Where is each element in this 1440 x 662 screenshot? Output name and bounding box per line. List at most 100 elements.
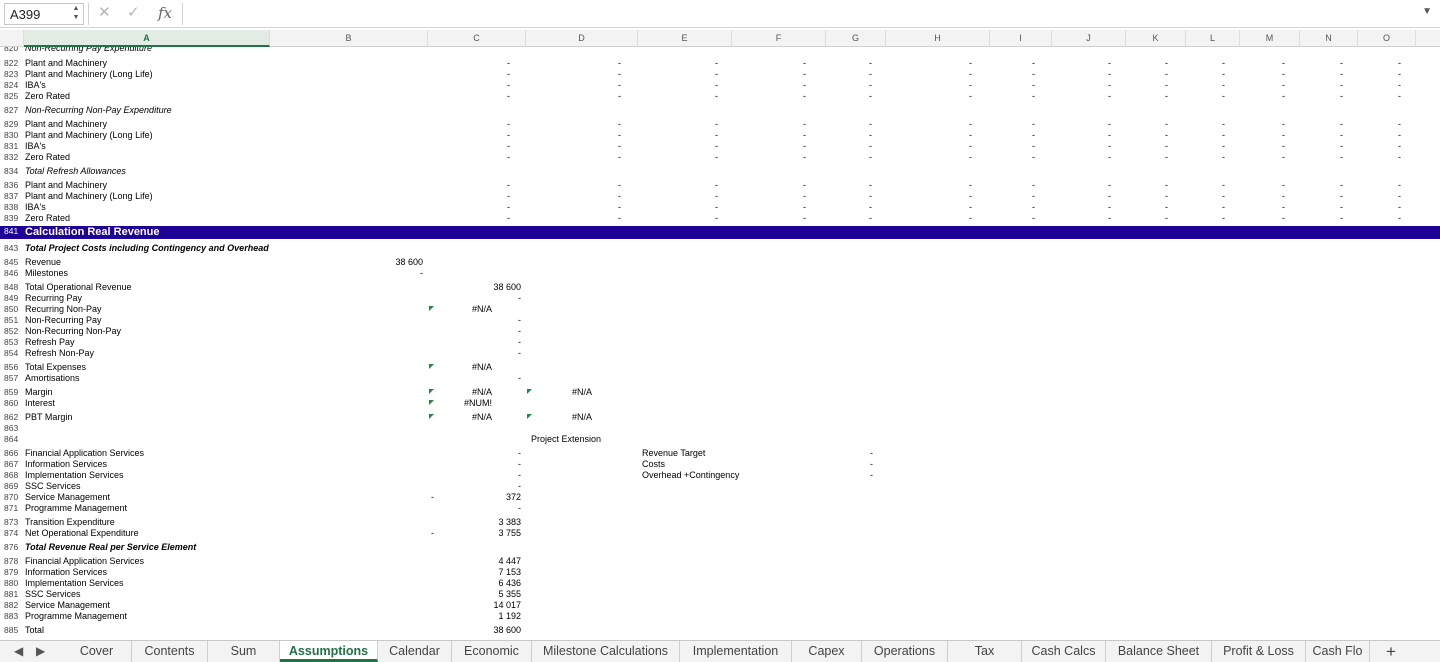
value-cell[interactable]: - — [1340, 152, 1343, 163]
value-cell[interactable]: - — [1165, 152, 1168, 163]
value-cell[interactable]: - — [618, 80, 621, 91]
value-cell-c[interactable]: - — [518, 315, 521, 326]
row-number[interactable]: 830 — [4, 130, 24, 141]
tab-balance-sheet[interactable]: Balance Sheet — [1106, 641, 1212, 662]
value-cell[interactable]: - — [1165, 119, 1168, 130]
value-cell[interactable]: - — [803, 180, 806, 191]
value-cell[interactable]: - — [969, 91, 972, 102]
value-cell[interactable]: - — [1340, 213, 1343, 224]
value-cell[interactable]: - — [1398, 80, 1401, 91]
tab-tax[interactable]: Tax — [948, 641, 1022, 662]
value-cell[interactable]: - — [803, 141, 806, 152]
row-number[interactable]: 822 — [4, 58, 24, 69]
value-cell[interactable]: - — [1108, 91, 1111, 102]
tab-sum[interactable]: Sum — [208, 641, 280, 662]
row-label[interactable]: Total Operational Revenue — [25, 282, 132, 293]
value-cell-c[interactable]: 38 600 — [493, 625, 521, 636]
insert-function-icon[interactable]: fx — [158, 4, 172, 22]
value-cell[interactable]: - — [1108, 180, 1111, 191]
value-cell-c[interactable]: 38 600 — [493, 282, 521, 293]
value-cell[interactable]: - — [1108, 191, 1111, 202]
formula-input[interactable] — [182, 3, 1422, 25]
value-cell-c[interactable]: 3 755 — [498, 528, 521, 539]
column-header-a[interactable]: A — [24, 30, 270, 47]
tab-cash-flo[interactable]: Cash Flo — [1306, 641, 1370, 662]
row-number[interactable]: 852 — [4, 326, 24, 337]
row-label[interactable]: Revenue — [25, 257, 61, 268]
value-cell[interactable]: - — [1282, 91, 1285, 102]
value-cell-c[interactable]: 6 436 — [498, 578, 521, 589]
value-cell[interactable]: - — [1398, 69, 1401, 80]
value-cell[interactable]: - — [1340, 130, 1343, 141]
row-number[interactable]: 823 — [4, 69, 24, 80]
cancel-icon[interactable]: ✕ — [98, 4, 111, 22]
value-cell-c[interactable]: 5 355 — [498, 589, 521, 600]
value-cell[interactable]: - — [1222, 58, 1225, 69]
row-number[interactable]: 871 — [4, 503, 24, 514]
value-cell[interactable]: - — [715, 69, 718, 80]
row-number[interactable]: 864 — [4, 434, 24, 445]
tab-implementation[interactable]: Implementation — [680, 641, 792, 662]
row-label[interactable]: Total Revenue Real per Service Element — [25, 542, 196, 553]
row-number[interactable]: 880 — [4, 578, 24, 589]
select-all-corner[interactable] — [0, 30, 24, 47]
value-cell[interactable]: - — [1165, 213, 1168, 224]
scroll-tabs-left-icon[interactable]: ◀ — [14, 644, 23, 658]
value-cell[interactable]: - — [969, 80, 972, 91]
value-cell[interactable]: - — [618, 191, 621, 202]
row-label[interactable]: Interest — [25, 398, 55, 409]
text-cell-e[interactable]: Revenue Target — [642, 448, 705, 459]
value-cell-c[interactable]: 4 447 — [498, 556, 521, 567]
column-header-e[interactable]: E — [638, 30, 732, 47]
row-number[interactable]: 843 — [4, 243, 24, 254]
row-number[interactable]: 825 — [4, 91, 24, 102]
value-cell[interactable]: - — [1108, 213, 1111, 224]
value-cell[interactable]: - — [803, 91, 806, 102]
value-cell[interactable]: - — [1165, 202, 1168, 213]
row-number[interactable]: 873 — [4, 517, 24, 528]
tab-assumptions[interactable]: Assumptions — [280, 641, 378, 662]
value-cell[interactable]: - — [969, 69, 972, 80]
add-sheet-button[interactable]: + — [1380, 641, 1402, 662]
value-cell[interactable]: - — [1282, 152, 1285, 163]
row-number[interactable]: 881 — [4, 589, 24, 600]
row-number[interactable]: 853 — [4, 337, 24, 348]
value-cell[interactable]: - — [1340, 180, 1343, 191]
row-label[interactable]: IBA's — [25, 141, 46, 152]
value-cell[interactable]: - — [869, 69, 872, 80]
value-cell[interactable]: - — [715, 58, 718, 69]
row-label[interactable]: SSC Services — [25, 589, 81, 600]
value-cell[interactable]: - — [1398, 58, 1401, 69]
row-number[interactable]: 874 — [4, 528, 24, 539]
value-cell[interactable]: - — [1340, 69, 1343, 80]
row-label[interactable]: Zero Rated — [25, 213, 70, 224]
text-cell-e[interactable]: Overhead +Contingency — [642, 470, 739, 481]
value-cell[interactable]: - — [1032, 180, 1035, 191]
value-cell-c[interactable]: - — [518, 459, 521, 470]
value-cell[interactable]: - — [1165, 191, 1168, 202]
value-cell[interactable]: - — [1340, 141, 1343, 152]
row-label[interactable]: IBA's — [25, 80, 46, 91]
value-cell[interactable]: - — [1165, 58, 1168, 69]
value-cell[interactable]: - — [803, 58, 806, 69]
row-number[interactable]: 849 — [4, 293, 24, 304]
row-number[interactable]: 827 — [4, 105, 24, 116]
value-cell[interactable]: - — [803, 202, 806, 213]
row-number[interactable]: 859 — [4, 387, 24, 398]
value-cell-c[interactable]: - — [518, 326, 521, 337]
value-cell[interactable]: - — [618, 202, 621, 213]
value-cell-c[interactable]: - — [518, 348, 521, 359]
row-number[interactable]: 846 — [4, 268, 24, 279]
row-label[interactable]: Non-Recurring Pay — [25, 315, 102, 326]
row-number[interactable]: 848 — [4, 282, 24, 293]
value-cell-c[interactable]: 372 — [506, 492, 521, 503]
value-cell-c[interactable]: - — [518, 470, 521, 481]
value-cell[interactable]: - — [1340, 202, 1343, 213]
value-cell[interactable]: - — [1340, 191, 1343, 202]
value-cell[interactable]: - — [1398, 130, 1401, 141]
value-cell[interactable]: - — [618, 152, 621, 163]
row-label[interactable]: Total Project Costs including Contingenc… — [25, 243, 269, 254]
value-cell-d[interactable]: #N/A — [572, 412, 592, 423]
value-cell[interactable]: - — [1282, 69, 1285, 80]
value-cell[interactable]: - — [803, 152, 806, 163]
